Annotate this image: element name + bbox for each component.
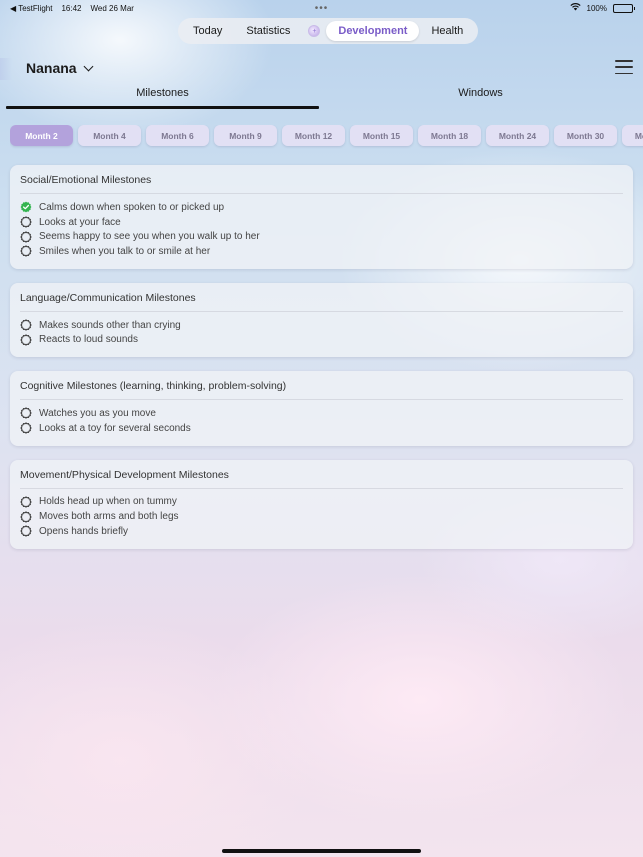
checked-badge-icon[interactable] [20, 201, 32, 213]
milestone-item[interactable]: Calms down when spoken to or picked up [20, 200, 623, 215]
month-chip[interactable]: Month 4 [78, 125, 141, 146]
add-entry-icon: + [308, 25, 321, 37]
milestone-text: Reacts to loud sounds [39, 334, 138, 346]
unchecked-badge-icon[interactable] [20, 496, 32, 508]
month-selector: Month 2 Month 4 Month 6 Month 9 Month 12… [10, 125, 643, 149]
milestone-text: Calms down when spoken to or picked up [39, 201, 225, 213]
milestone-category-card: Language/Communication Milestones Makes s… [10, 282, 633, 358]
month-chip[interactable]: Month 2 [10, 125, 73, 146]
status-bar: ◀ TestFlight 16:42 Wed 26 Mar ••• 100% [0, 0, 643, 16]
milestone-list: Social/Emotional Milestones Calms down wh… [10, 165, 633, 563]
status-date: Wed 26 Mar [90, 3, 134, 13]
unchecked-badge-icon[interactable] [20, 407, 32, 420]
category-title: Cognitive Milestones (learning, thinking… [20, 380, 623, 401]
hamburger-menu-icon[interactable] [615, 60, 633, 74]
tab-milestones[interactable]: Milestones [6, 86, 319, 108]
tab-today[interactable]: Today [181, 21, 234, 41]
profile-name: Nanana [26, 60, 77, 76]
tab-health[interactable]: Health [419, 21, 475, 41]
month-chip[interactable]: Month 15 [350, 125, 413, 146]
month-chip[interactable]: Month 36 [622, 125, 643, 146]
milestone-item[interactable]: Looks at a toy for several seconds [20, 421, 623, 436]
month-chip[interactable]: Month 9 [214, 125, 277, 146]
tab-windows[interactable]: Windows [324, 86, 637, 108]
battery-percent: 100% [586, 3, 607, 13]
status-time: 16:42 [61, 3, 82, 13]
profile-bar: Nanana [0, 58, 643, 80]
milestone-item[interactable]: Holds head up when on tummy [20, 495, 623, 510]
category-title: Movement/Physical Development Milestones [20, 469, 623, 489]
milestone-item[interactable]: Looks at your face [20, 215, 623, 230]
unchecked-badge-icon[interactable] [20, 230, 32, 243]
milestone-item[interactable]: Makes sounds other than crying [20, 318, 623, 333]
milestone-text: Looks at your face [39, 216, 121, 228]
home-indicator[interactable] [222, 849, 421, 853]
back-to-app-link[interactable]: ◀ TestFlight [10, 4, 52, 13]
milestone-category-card: Movement/Physical Development Milestones… [10, 459, 633, 549]
milestone-item[interactable]: Watches you as you move [20, 406, 623, 421]
milestone-text: Opens hands briefly [39, 525, 128, 537]
wifi-icon [569, 3, 581, 13]
profile-accent [0, 58, 12, 80]
chevron-down-icon [83, 61, 94, 71]
unchecked-badge-icon[interactable] [20, 319, 32, 331]
unchecked-badge-icon[interactable] [20, 422, 32, 434]
milestone-category-card: Cognitive Milestones (learning, thinking… [10, 371, 633, 446]
milestone-text: Seems happy to see you when you walk up … [39, 231, 260, 243]
month-chip[interactable]: Month 12 [282, 125, 345, 146]
unchecked-badge-icon[interactable] [20, 510, 32, 523]
multitasking-dots[interactable]: ••• [315, 3, 329, 14]
segment-tabs: Milestones Windows [6, 86, 637, 110]
main-tab-bar: Today Statistics + Development Health [178, 18, 479, 44]
milestone-text: Watches you as you move [39, 407, 156, 419]
milestone-item[interactable]: Reacts to loud sounds [20, 332, 623, 347]
month-chip[interactable]: Month 18 [418, 125, 481, 146]
unchecked-badge-icon[interactable] [20, 333, 32, 346]
category-title: Social/Emotional Milestones [20, 174, 623, 194]
milestone-item[interactable]: Opens hands briefly [20, 524, 623, 539]
tab-statistics[interactable]: Statistics [234, 21, 302, 41]
unchecked-badge-icon[interactable] [20, 525, 32, 538]
milestone-item[interactable]: Moves both arms and both legs [20, 509, 623, 524]
unchecked-badge-icon[interactable] [20, 245, 32, 258]
tab-development[interactable]: Development [326, 21, 420, 41]
milestone-text: Looks at a toy for several seconds [39, 422, 191, 434]
month-chip[interactable]: Month 6 [146, 125, 209, 146]
milestone-item[interactable]: Seems happy to see you when you walk up … [20, 229, 623, 244]
milestone-text: Makes sounds other than crying [39, 319, 181, 331]
month-chip[interactable]: Month 30 [554, 125, 617, 146]
profile-selector[interactable]: Nanana [26, 60, 94, 76]
tab-add-entry[interactable]: + [302, 21, 326, 41]
milestone-text: Holds head up when on tummy [39, 496, 177, 508]
milestone-text: Smiles when you talk to or smile at her [39, 245, 211, 257]
unchecked-badge-icon[interactable] [20, 216, 32, 228]
category-title: Language/Communication Milestones [20, 292, 623, 312]
battery-icon [613, 3, 635, 13]
active-tab-underline [6, 106, 319, 109]
milestone-category-card: Social/Emotional Milestones Calms down wh… [10, 165, 633, 269]
month-chip[interactable]: Month 24 [486, 125, 549, 146]
milestone-text: Moves both arms and both legs [39, 511, 179, 523]
milestone-item[interactable]: Smiles when you talk to or smile at her [20, 244, 623, 259]
